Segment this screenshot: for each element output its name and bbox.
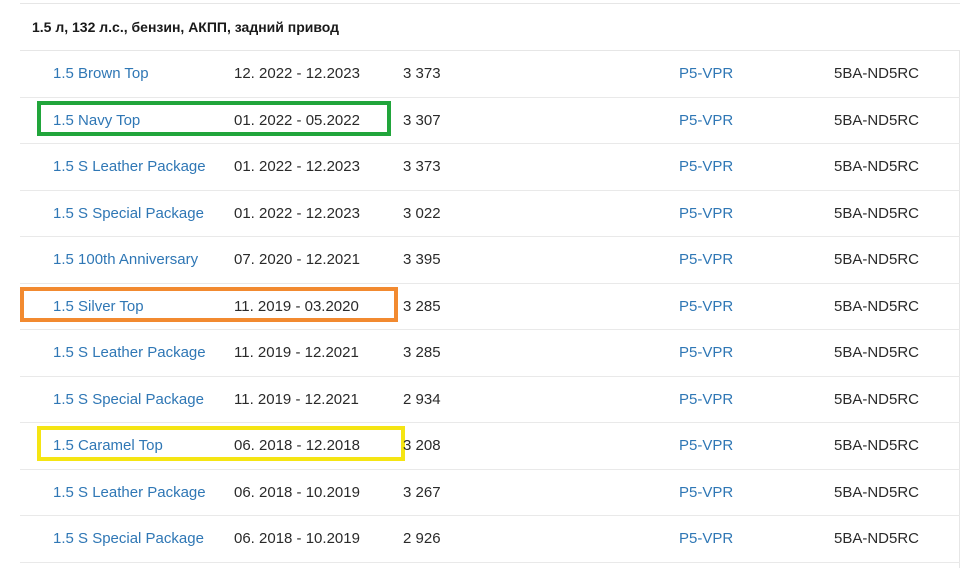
- production-dates: 11. 2019 - 12.2021: [234, 344, 359, 361]
- trim-name-link[interactable]: 1.5 Silver Top: [53, 284, 144, 330]
- production-dates: 06. 2018 - 10.2019: [234, 530, 360, 547]
- table-row: 1.5 Silver Top 11. 2019 - 03.2020 3 285 P5-…: [20, 284, 960, 330]
- engine-volume: 3 373: [403, 65, 441, 82]
- engine-model-link[interactable]: P5-VPR: [679, 51, 733, 97]
- engine-model-link[interactable]: P5-VPR: [679, 284, 733, 330]
- engine-volume: 2 926: [403, 530, 441, 547]
- table-row: 1.5 Navy Top 01. 2022 - 05.2022 3 307 P5-VP…: [20, 98, 960, 144]
- table-row: 1.5 100th Anniversary 07. 2020 - 12.2021 3…: [20, 237, 960, 284]
- body-code: 5BA-ND5RC: [834, 111, 920, 129]
- engine-volume: 3 395: [403, 251, 441, 268]
- body-code: 5BA-ND5RC: [834, 483, 920, 501]
- engine-model-link[interactable]: P5-VPR: [679, 191, 733, 237]
- engine-model-link[interactable]: P5-VPR: [679, 516, 733, 562]
- body-code: 5BA-ND5RC: [834, 251, 920, 268]
- body-code: 5BA-ND5RC: [834, 437, 920, 454]
- production-dates: 06. 2018 - 10.2019: [234, 483, 360, 501]
- engine-volume: 3 267: [403, 483, 441, 501]
- body-code: 5BA-ND5RC: [834, 344, 920, 361]
- engine-model-link[interactable]: P5-VPR: [679, 144, 733, 190]
- trims-table: 1.5 л, 132 л.с., бензин, АКПП, задний пр…: [20, 0, 960, 568]
- engine-volume: 3 285: [403, 344, 441, 361]
- table-row: 1.5 S Leather Package 11. 2019 - 12.2021 3…: [20, 330, 960, 377]
- trim-name-link[interactable]: 1.5 S Special Package: [53, 191, 204, 237]
- table-row: 1.5 S Leather Package 06. 2018 - 10.2019 3…: [20, 470, 960, 516]
- body-code: 5BA-ND5RC: [834, 297, 920, 315]
- table-row: 1.5 Caramel Top 06. 2018 - 12.2018 3 208 P5…: [20, 423, 960, 470]
- engine-volume: 3 285: [403, 297, 441, 315]
- engine-volume: 3 373: [403, 158, 441, 175]
- production-dates: 06. 2018 - 12.2018: [234, 437, 360, 454]
- production-dates: 12. 2022 - 12.2023: [234, 65, 360, 82]
- production-dates: 01. 2022 - 05.2022: [234, 111, 360, 129]
- trim-name-link[interactable]: 1.5 100th Anniversary: [53, 237, 198, 283]
- engine-model-link[interactable]: P5-VPR: [679, 470, 733, 516]
- trim-rows: 1.5 Brown Top 12. 2022 - 12.2023 3 373 P5-V…: [20, 51, 960, 563]
- table-row: 1.5 S Leather Package 01. 2022 - 12.2023 3…: [20, 144, 960, 191]
- section-header: 1.5 л, 132 л.с., бензин, АКПП, задний пр…: [20, 4, 960, 51]
- engine-volume: 3 208: [403, 437, 441, 454]
- production-dates: 07. 2020 - 12.2021: [234, 251, 360, 268]
- production-dates: 11. 2019 - 12.2021: [234, 390, 359, 408]
- body-code: 5BA-ND5RC: [834, 390, 920, 408]
- table-row: 1.5 S Special Package 06. 2018 - 10.2019 2…: [20, 516, 960, 563]
- production-dates: 11. 2019 - 03.2020: [234, 297, 359, 315]
- trim-name-link[interactable]: 1.5 S Leather Package: [53, 144, 206, 190]
- engine-model-link[interactable]: P5-VPR: [679, 377, 733, 423]
- table-row: 1.5 S Special Package 11. 2019 - 12.2021 2…: [20, 377, 960, 423]
- engine-volume: 3 307: [403, 111, 441, 129]
- engine-volume: 3 022: [403, 204, 441, 222]
- trim-name-link[interactable]: 1.5 Navy Top: [53, 98, 140, 144]
- production-dates: 01. 2022 - 12.2023: [234, 204, 360, 222]
- body-code: 5BA-ND5RC: [834, 65, 920, 82]
- trim-name-link[interactable]: 1.5 S Special Package: [53, 516, 204, 562]
- engine-volume: 2 934: [403, 390, 441, 408]
- production-dates: 01. 2022 - 12.2023: [234, 158, 360, 175]
- body-code: 5BA-ND5RC: [834, 204, 920, 222]
- engine-model-link[interactable]: P5-VPR: [679, 330, 733, 376]
- body-code: 5BA-ND5RC: [834, 158, 920, 175]
- trim-name-link[interactable]: 1.5 Brown Top: [53, 51, 149, 97]
- table-row: 1.5 Brown Top 12. 2022 - 12.2023 3 373 P5-V…: [20, 51, 960, 98]
- engine-model-link[interactable]: P5-VPR: [679, 98, 733, 144]
- trim-name-link[interactable]: 1.5 S Leather Package: [53, 330, 206, 376]
- table-row: 1.5 S Special Package 01. 2022 - 12.2023 3…: [20, 191, 960, 237]
- trim-name-link[interactable]: 1.5 S Special Package: [53, 377, 204, 423]
- trim-name-link[interactable]: 1.5 Caramel Top: [53, 423, 163, 469]
- body-code: 5BA-ND5RC: [834, 530, 920, 547]
- engine-model-link[interactable]: P5-VPR: [679, 423, 733, 469]
- engine-model-link[interactable]: P5-VPR: [679, 237, 733, 283]
- trim-name-link[interactable]: 1.5 S Leather Package: [53, 470, 206, 516]
